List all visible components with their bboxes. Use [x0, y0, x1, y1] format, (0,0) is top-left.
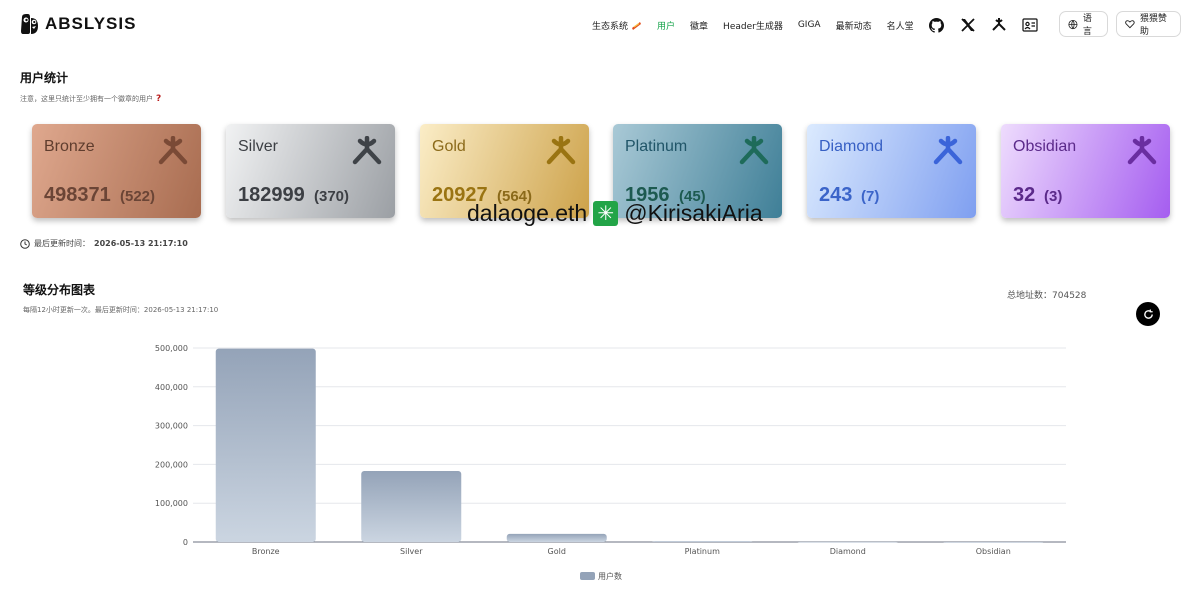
x-tick-label: Bronze: [252, 547, 280, 556]
bar-bronze[interactable]: [215, 348, 316, 542]
abstract-logo-icon: [1127, 136, 1157, 165]
bar-obsidian[interactable]: [943, 541, 1044, 543]
tier-user-count: 182999: [238, 184, 305, 206]
nav-users-label: 用户: [657, 21, 676, 32]
nav-badges-label: 徽章: [690, 21, 709, 32]
x-icon[interactable]: [960, 17, 976, 33]
abstract-logo-icon: [933, 136, 963, 165]
legend-label[interactable]: 用户数: [598, 571, 622, 581]
github-icon[interactable]: [929, 17, 945, 33]
tier-name: Diamond: [819, 138, 884, 155]
legend-swatch[interactable]: [580, 572, 595, 580]
nav-hall-of-fame[interactable]: 名人堂: [887, 19, 914, 32]
refresh-icon: [1143, 308, 1153, 319]
bar-silver[interactable]: [361, 470, 462, 542]
total-value: 704528: [1052, 291, 1087, 301]
abstract-logo-icon: [158, 136, 188, 165]
clock-icon: [20, 238, 30, 249]
penguin-icon: [21, 14, 38, 34]
heart-icon: [1125, 20, 1135, 29]
x-tick-label: Obsidian: [976, 547, 1011, 556]
tier-card-obsidian: Obsidian 32 (3): [1001, 124, 1170, 218]
tier-card-bronze: Bronze 498371 (522): [32, 124, 201, 218]
tier-user-count: 32: [1013, 184, 1036, 206]
abstract-logo-icon: [739, 136, 769, 165]
tier-name: Bronze: [44, 138, 95, 155]
tier-name: Gold: [432, 138, 466, 155]
tier-badge-count: (3): [1044, 188, 1063, 205]
top-nav: 生态系统 用户 徽章 Header生成器 GIGA 最新动态 名人堂: [592, 17, 1053, 33]
x-tick-label: Diamond: [830, 547, 866, 556]
tier-name: Platinum: [625, 138, 688, 155]
stats-note-text: 注意，这里只统计至少拥有一个徽章的用户: [20, 95, 153, 103]
bar-gold[interactable]: [506, 533, 607, 542]
language-label: 语言: [1082, 14, 1092, 37]
y-tick-label: 300,000: [155, 422, 188, 431]
language-button[interactable]: 语言: [1059, 11, 1108, 37]
tier-badge-count: (522): [120, 188, 156, 205]
nav-ecosystem-label: 生态系统: [592, 21, 629, 32]
tier-badge-count: (7): [861, 188, 880, 205]
y-tick-label: 200,000: [155, 460, 188, 469]
distribution-subtitle: 每隔12小时更新一次。最后更新时间：2026-05-13 21:17:10: [23, 306, 219, 314]
brand-name: ABSLYSIS: [45, 14, 137, 33]
watermark: dalaoge.eth ✳ @KirisakiAria: [467, 200, 763, 227]
watermark-left: dalaoge.eth: [467, 200, 588, 226]
tier-distribution-chart: 0 100,000 200,000 300,000 400,000 500,000 Bron…: [155, 344, 1066, 581]
stats-title: 用户统计: [20, 71, 69, 85]
nav-header-generator[interactable]: Header生成器: [723, 19, 783, 32]
nav-ecosystem[interactable]: 生态系统: [592, 19, 642, 32]
globe-icon: [1068, 19, 1078, 29]
brand-logo[interactable]: ABSLYSIS: [19, 13, 136, 35]
tier-name: Silver: [238, 138, 279, 155]
distribution-title: 等级分布图表: [23, 283, 96, 297]
watermark-right: @KirisakiAria: [624, 200, 763, 226]
y-tick-label: 400,000: [155, 383, 188, 392]
nav-header-generator-label: Header生成器: [723, 21, 783, 32]
nav-giga-label: GIGA: [797, 20, 821, 30]
donate-button[interactable]: 猥猥赞助: [1116, 11, 1181, 37]
id-card-icon[interactable]: [1022, 17, 1038, 33]
nav-giga[interactable]: GIGA: [798, 20, 821, 30]
total-label: 总地址数：: [1007, 291, 1053, 301]
tier-badge-count: (370): [314, 188, 350, 205]
y-tick-label: 100,000: [155, 499, 188, 508]
question-icon[interactable]: ?: [156, 94, 161, 104]
nav-hall-of-fame-label: 名人堂: [886, 21, 914, 32]
y-tick-label: 500,000: [155, 344, 188, 353]
x-tick-label: Platinum: [685, 547, 720, 556]
bar-diamond[interactable]: [797, 541, 898, 543]
abstract-logo-icon: [352, 136, 382, 165]
bar-platinum[interactable]: [652, 541, 753, 542]
donate-label: 猥猥赞助: [1139, 14, 1167, 37]
updated-time: 2026-05-13 21:17:10: [94, 239, 188, 248]
abstract-logo-icon: [546, 136, 576, 165]
abstract-icon[interactable]: [991, 17, 1007, 33]
nav-latest-news[interactable]: 最新动态: [836, 19, 872, 32]
updated-label: 最后更新时间：: [34, 239, 90, 248]
nav-latest-news-label: 最新动态: [835, 21, 872, 32]
tier-user-count: 243: [819, 184, 853, 206]
refresh-button[interactable]: [1136, 302, 1160, 326]
total-addresses: 总地址数：704528: [1007, 288, 1086, 301]
stats-note: 注意，这里只统计至少拥有一个徽章的用户 ?: [20, 94, 161, 104]
tier-name: Obsidian: [1013, 138, 1077, 155]
y-tick-label: 0: [183, 538, 188, 547]
tier-user-count: 498371: [44, 184, 111, 206]
stats-updated: 最后更新时间： 2026-05-13 21:17:10: [20, 238, 188, 249]
x-tick-label: Gold: [548, 547, 566, 556]
nav-users[interactable]: 用户: [657, 19, 675, 32]
ecosystem-badge-icon: [632, 21, 642, 30]
nav-badges[interactable]: 徽章: [690, 19, 708, 32]
tier-card-silver: Silver 182999 (370): [226, 124, 395, 218]
tier-card-diamond: Diamond 243 (7): [807, 124, 976, 218]
x-tick-label: Silver: [400, 547, 423, 556]
sparkle-icon: ✳: [593, 201, 619, 226]
